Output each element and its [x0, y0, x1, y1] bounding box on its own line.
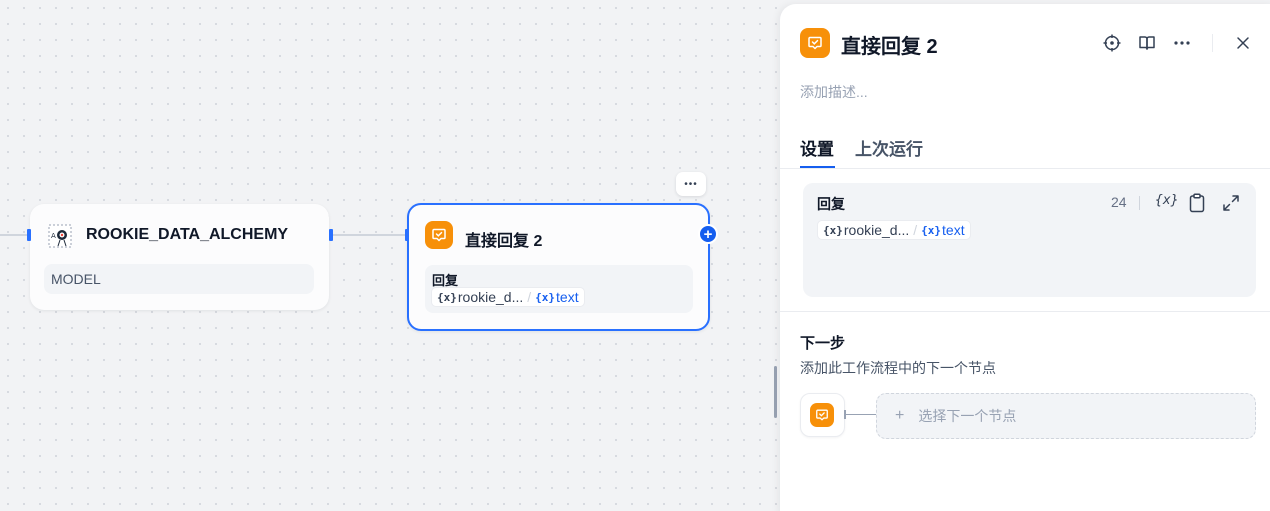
variable-field-name: text: [942, 222, 965, 238]
header-divider: [1212, 34, 1213, 52]
next-step-subtitle: 添加此工作流程中的下一个节点: [800, 360, 996, 376]
close-button[interactable]: [1232, 32, 1254, 54]
select-next-node-label: 选择下一个节点: [918, 408, 1017, 424]
variable-node-name: rookie_d...: [843, 222, 910, 238]
model-node[interactable]: A ROOKIE_DATA_ALCHEMY MODEL: [30, 204, 329, 310]
variable-chip: {x} rookie_d... / {x} text: [431, 287, 585, 307]
more-button[interactable]: [1171, 32, 1193, 54]
variable-icon: {x}: [823, 223, 843, 237]
model-logo-icon: A: [48, 224, 72, 248]
description-input[interactable]: 添加描述...: [800, 82, 868, 102]
reply-editor[interactable]: 回复 24 {x} {x} rookie_d... / {x} text: [803, 183, 1256, 297]
svg-text:A: A: [51, 232, 56, 240]
docs-button[interactable]: [1136, 32, 1158, 54]
expand-button[interactable]: [1222, 194, 1240, 217]
expand-icon: [1223, 195, 1239, 211]
message-check-icon: [425, 221, 453, 249]
section-divider: [780, 311, 1270, 312]
answer-reply-box: 回复 {x} rookie_d... / {x} text: [425, 265, 693, 313]
answer-node-input-handle[interactable]: [405, 229, 409, 241]
message-check-icon: [810, 403, 834, 427]
variable-field-icon: {x}: [921, 223, 942, 237]
answer-node[interactable]: 直接回复 2 回复 {x} rookie_d... / {x} text: [407, 203, 710, 331]
next-step-title: 下一步: [800, 335, 846, 352]
char-count: 24: [1111, 194, 1127, 210]
more-icon: [1174, 41, 1190, 45]
panel-title[interactable]: 直接回复 2: [841, 30, 938, 59]
message-check-icon: [800, 28, 830, 58]
edge-incoming: [0, 234, 30, 236]
editor-toolbar-divider: [1139, 196, 1140, 210]
tab-settings[interactable]: 设置: [800, 135, 834, 160]
variable-field-icon: {x}: [535, 290, 556, 304]
book-icon: [1139, 36, 1155, 50]
edge-model-to-answer: [330, 234, 408, 236]
insert-variable-button[interactable]: {x}: [1155, 193, 1178, 208]
plus-icon: +: [703, 225, 713, 243]
plus-icon: +: [895, 407, 905, 424]
model-node-title: ROOKIE_DATA_ALCHEMY: [86, 226, 289, 243]
clipboard-icon: [1189, 193, 1205, 213]
tabs-divider: [780, 168, 1270, 169]
answer-node-title: 直接回复 2: [465, 233, 543, 250]
reply-label: 回复: [817, 196, 845, 212]
more-icon: •••: [684, 178, 698, 190]
locate-icon: [1103, 34, 1121, 52]
copy-button[interactable]: [1188, 193, 1206, 218]
close-icon: [1237, 37, 1249, 49]
workflow-canvas[interactable]: A ROOKIE_DATA_ALCHEMY MODEL ••• 直接回复 2 回…: [0, 0, 780, 511]
node-settings-panel: 直接回复 2 添加描述... 设置 上次运行 回复 24 {x} {x} roo…: [780, 4, 1270, 511]
tab-last-run[interactable]: 上次运行: [855, 135, 923, 160]
variable-field-name: text: [556, 289, 579, 305]
next-node-connector: [845, 414, 877, 415]
model-chip: MODEL: [44, 264, 314, 294]
current-node-tile: [800, 393, 845, 437]
variable-icon: {x}: [437, 290, 457, 304]
locate-button[interactable]: [1101, 32, 1123, 54]
connector-handle: [844, 410, 846, 419]
node-more-button[interactable]: •••: [676, 172, 706, 196]
select-next-node-button[interactable]: + 选择下一个节点: [876, 393, 1256, 439]
variable-chip: {x} rookie_d... / {x} text: [817, 220, 971, 240]
model-node-output-handle[interactable]: [329, 229, 333, 241]
add-next-node-button[interactable]: +: [698, 224, 718, 244]
panel-resize-handle[interactable]: [774, 366, 777, 418]
variable-node-name: rookie_d...: [457, 289, 524, 305]
model-node-input-handle[interactable]: [27, 229, 31, 241]
